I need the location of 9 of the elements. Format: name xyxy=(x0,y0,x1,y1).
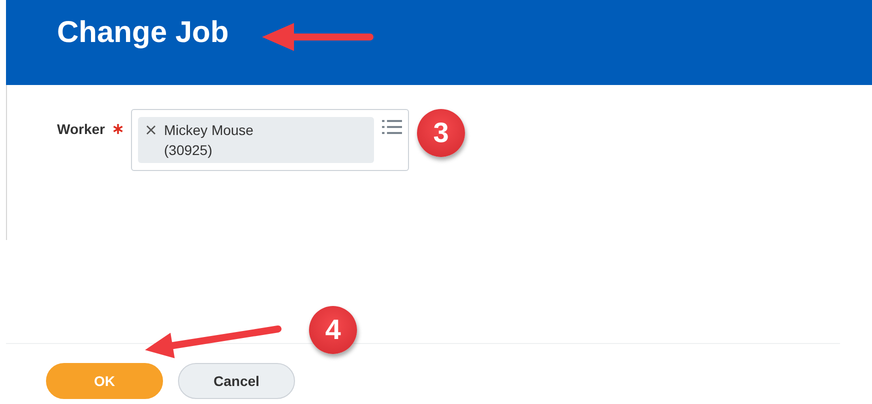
selected-item[interactable]: Mickey Mouse (30925) xyxy=(138,117,374,163)
step-badge: 3 xyxy=(417,109,465,157)
list-icon[interactable] xyxy=(382,120,402,134)
field-label: Worker xyxy=(57,121,105,137)
step-badge: 4 xyxy=(309,306,357,354)
worker-field[interactable]: Mickey Mouse (30925) xyxy=(131,109,409,171)
cancel-button[interactable]: Cancel xyxy=(178,363,295,399)
page-title: Change Job xyxy=(57,15,229,51)
remove-icon[interactable] xyxy=(146,125,156,135)
